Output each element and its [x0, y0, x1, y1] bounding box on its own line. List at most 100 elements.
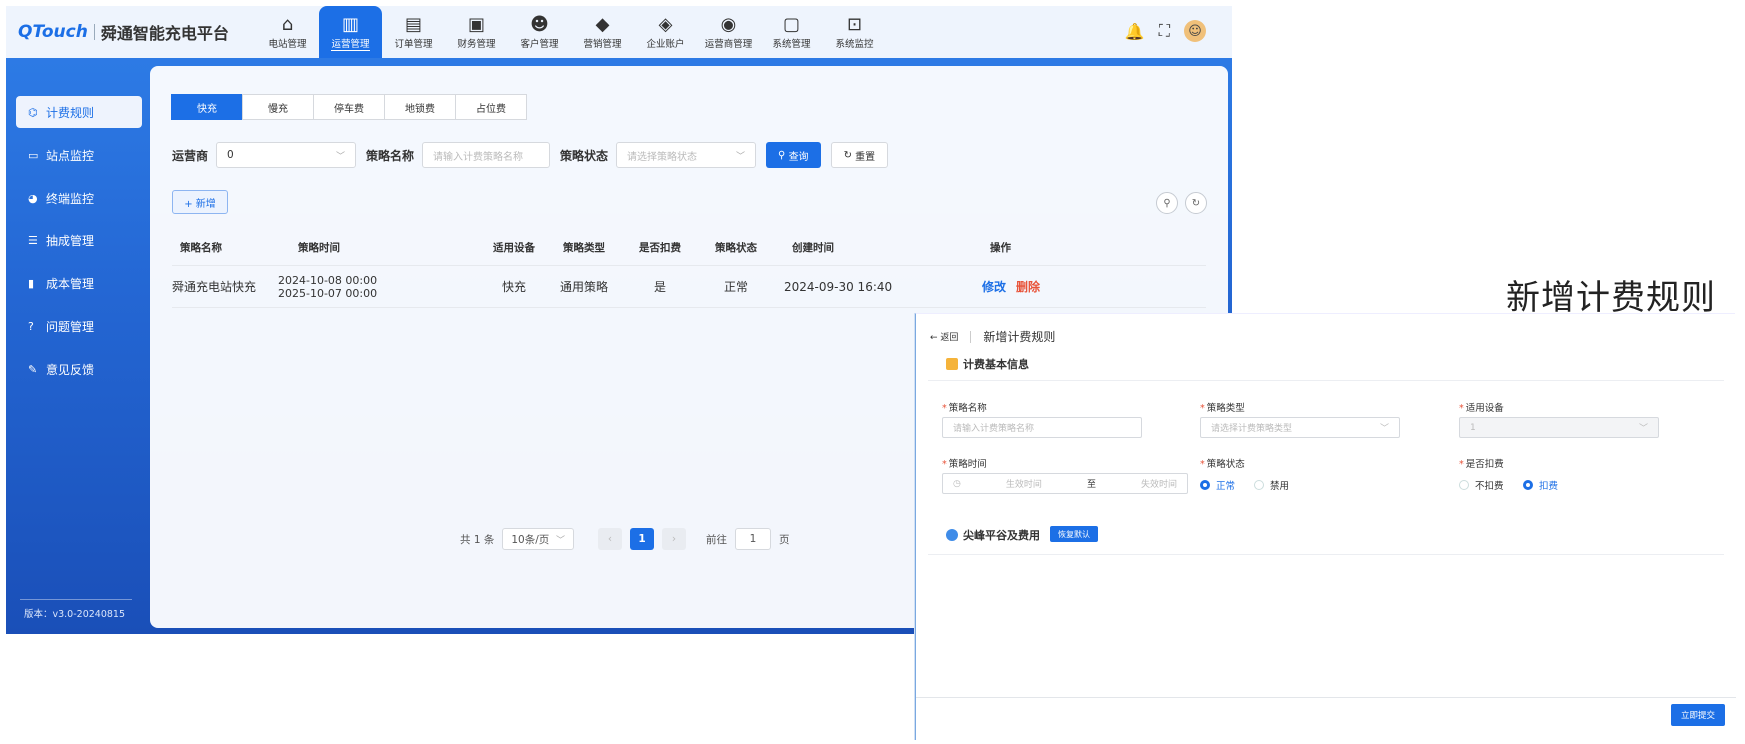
panel-header: ← 返回 新增计费规则: [930, 328, 1055, 345]
status-normal-radio[interactable]: 正常: [1200, 478, 1235, 492]
deduct-label: * 是否扣费: [1459, 459, 1504, 470]
nav-item-orders[interactable]: ▤ 订单管理: [382, 6, 445, 58]
avatar[interactable]: ☺: [1184, 20, 1206, 42]
nav-item-enterprise[interactable]: ◈ 企业账户: [634, 6, 697, 58]
nav-item-station[interactable]: ⌂ 电站管理: [256, 6, 319, 58]
cell-actions: 修改 删除: [982, 266, 1040, 307]
section-divider: [928, 380, 1724, 381]
col-policy-type: 策略类型: [563, 242, 605, 254]
col-created: 创建时间: [792, 242, 834, 254]
nav-item-operator[interactable]: ◉ 运营商管理: [697, 6, 760, 58]
restore-default-button[interactable]: 恢复默认: [1050, 526, 1098, 542]
nav-item-marketing[interactable]: ◆ 营销管理: [571, 6, 634, 58]
status-disabled-radio[interactable]: 禁用: [1254, 478, 1289, 492]
deduct-no-radio[interactable]: 不扣费: [1459, 478, 1504, 492]
tab-parking-fee[interactable]: 停车费: [313, 94, 385, 120]
marketing-icon: ◆: [595, 14, 610, 35]
charge-type-tabs: 快充 慢充 停车费 地锁费 占位费: [171, 94, 527, 120]
deduct-yes-radio[interactable]: 扣费: [1523, 478, 1558, 492]
submit-button[interactable]: 立即提交: [1670, 704, 1725, 726]
goto-label: 前往: [705, 533, 727, 546]
search-icon: ⚲: [778, 149, 789, 161]
chart-monitor-icon: ⊡: [846, 14, 863, 35]
filter-bar: 运营商 0 ﹀ 策略名称 请输入计费策略名称 策略状态 请选择策略状态 ﹀ ⚲ 查询…: [172, 142, 898, 168]
edit-link[interactable]: 修改: [982, 278, 1006, 295]
cell-deduct: 是: [653, 280, 666, 294]
policy-name-label: 策略名称: [366, 148, 415, 163]
operator-label: 运营商: [172, 148, 209, 163]
chevron-down-icon: ﹀: [336, 151, 346, 162]
topbar-actions: 🔔 ⛶ ☺: [1125, 20, 1206, 42]
question-icon: ?: [28, 319, 34, 333]
bar-chart-icon: ▥: [341, 13, 359, 35]
page-size-select[interactable]: 10条/页 ﹀: [502, 528, 574, 550]
reset-button[interactable]: ↻ 重置: [830, 142, 889, 168]
tab-lock-fee[interactable]: 地锁费: [384, 94, 456, 120]
nav-item-monitor[interactable]: ⊡ 系统监控: [823, 6, 886, 58]
policy-type-select[interactable]: 请选择计费策略类型 ﹀: [1200, 417, 1400, 438]
nav-item-system[interactable]: ▢ 系统管理: [760, 6, 823, 58]
page-number[interactable]: 1: [629, 528, 654, 550]
logo-divider: [93, 24, 95, 40]
query-button[interactable]: ⚲ 查询: [766, 142, 821, 168]
policy-name-field[interactable]: 请输入计费策略名称: [942, 417, 1142, 438]
users-icon: ☻: [530, 14, 549, 35]
cell-created: 2024-09-30 16:40: [784, 279, 893, 294]
tab-occupy-fee[interactable]: 占位费: [455, 94, 527, 120]
sidebar-item-cost[interactable]: ▮ 成本管理: [16, 267, 142, 299]
col-status: 策略状态: [715, 242, 757, 254]
back-button[interactable]: ← 返回: [930, 330, 958, 343]
nav-item-finance[interactable]: ▣ 财务管理: [445, 6, 508, 58]
goto-input[interactable]: 1: [734, 528, 771, 550]
refresh-icon[interactable]: ↻: [1185, 192, 1207, 214]
list-icon: ☰: [28, 233, 38, 247]
policy-status-select[interactable]: 请选择策略状态 ﹀: [616, 142, 757, 168]
document-icon: [946, 358, 958, 370]
policy-name-label: * 策略名称: [942, 403, 987, 414]
table-header: 策略名称 策略时间 适用设备 策略类型 是否扣费 策略状态 创建时间 操作: [172, 230, 1206, 266]
top-navbar: QTouch 舜通智能充电平台 ⌂ 电站管理 ▥ 运营管理 ▤ 订单管理 ▣ 财务管理 …: [6, 6, 1232, 58]
sidebar-item-billing-rules[interactable]: ⌬ 计费规则: [16, 96, 142, 128]
logo: QTouch 舜通智能充电平台: [6, 20, 246, 44]
policy-time-label: * 策略时间: [942, 459, 987, 470]
fullscreen-icon[interactable]: ⛶: [1159, 21, 1170, 41]
bell-icon[interactable]: 🔔: [1125, 22, 1145, 41]
device-label: * 适用设备: [1459, 403, 1504, 414]
section-basic-info: 计费基本信息: [946, 356, 1029, 372]
sidebar-item-commission[interactable]: ☰ 抽成管理: [16, 224, 142, 256]
version-label: 版本：v3.0-20240815: [24, 609, 126, 620]
panel-title: 新增计费规则: [983, 330, 1056, 344]
add-button[interactable]: + 新增: [172, 190, 228, 214]
brand-logo: QTouch: [18, 22, 88, 42]
book-icon: ▮: [28, 276, 35, 290]
sidebar-item-issues[interactable]: ? 问题管理: [16, 310, 142, 342]
sidebar-item-site-monitor[interactable]: ▭ 站点监控: [16, 139, 142, 171]
tab-slow-charge[interactable]: 慢充: [242, 94, 314, 120]
operator-select[interactable]: 0 ﹀: [216, 142, 357, 168]
header-divider: [970, 330, 972, 343]
monitor-icon: ▢: [782, 14, 800, 35]
col-policy-time: 策略时间: [298, 242, 340, 254]
delete-link[interactable]: 删除: [1016, 278, 1040, 295]
nav-item-operations[interactable]: ▥ 运营管理: [319, 6, 382, 58]
layers-icon: ◈: [658, 14, 673, 35]
table-row: 舜通充电站快充 2024-10-08 00:00 2025-10-07 00:0…: [172, 266, 1206, 308]
policy-status-label: * 策略状态: [1200, 459, 1245, 470]
sidebar-item-feedback[interactable]: ✎ 意见反馈: [16, 353, 142, 385]
home-icon: ⌂: [281, 14, 294, 35]
col-policy-name: 策略名称: [180, 242, 222, 254]
section-peak-valley: 尖峰平谷及费用: [946, 527, 1040, 543]
next-page-button[interactable]: ›: [661, 528, 686, 550]
tab-fast-charge[interactable]: 快充: [171, 94, 243, 120]
nav-item-customers[interactable]: ☻ 客户管理: [508, 6, 571, 58]
search-icon[interactable]: ⚲: [1156, 192, 1178, 214]
prev-page-button[interactable]: ‹: [597, 528, 622, 550]
version-divider: [20, 599, 132, 600]
policy-time-range[interactable]: ◷ 生效时间 至 失效时间: [942, 473, 1188, 494]
policy-type-label: * 策略类型: [1200, 403, 1245, 414]
dashboard-icon: ◕: [28, 191, 38, 205]
sidebar-item-terminal-monitor[interactable]: ◕ 终端监控: [16, 182, 142, 214]
operator-icon: ◉: [720, 14, 737, 35]
wallet-icon: ▣: [467, 14, 485, 35]
policy-name-input[interactable]: 请输入计费策略名称: [422, 142, 551, 168]
